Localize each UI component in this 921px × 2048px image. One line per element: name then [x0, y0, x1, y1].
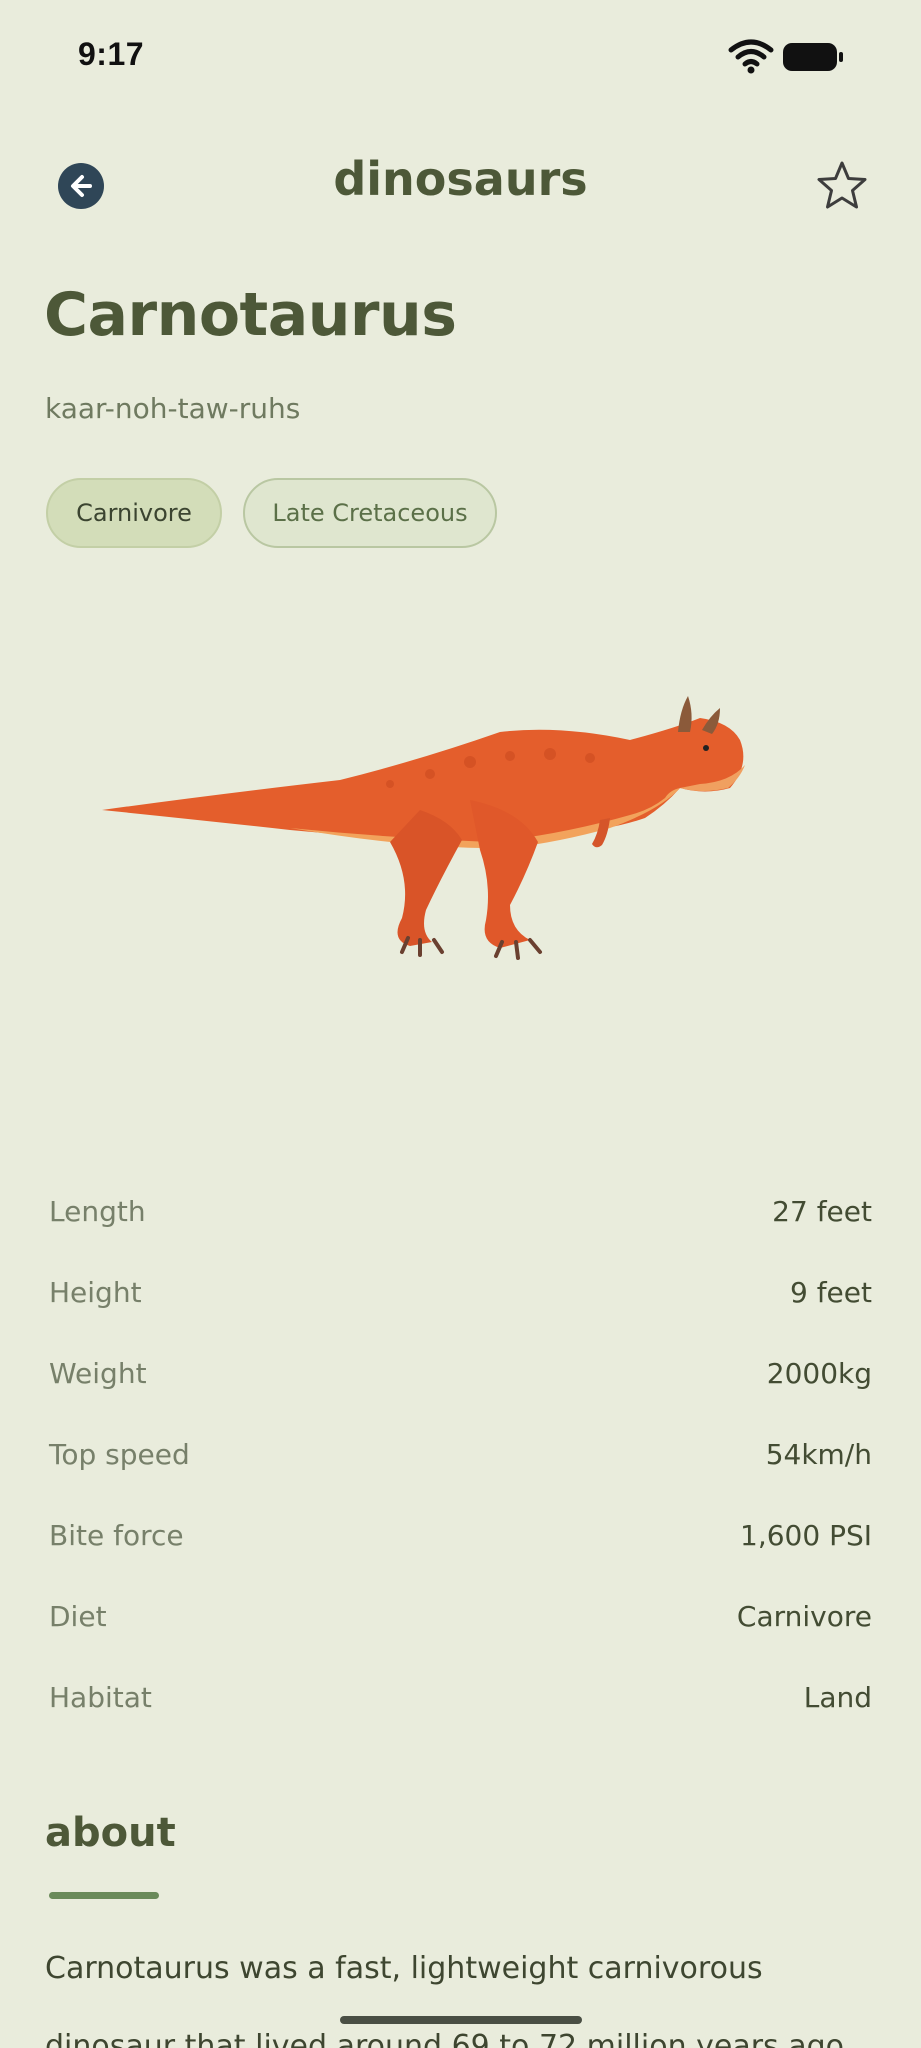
- stat-label: Height: [49, 1275, 142, 1309]
- stat-label: Weight: [49, 1356, 147, 1390]
- battery-icon: [783, 43, 843, 71]
- stat-row-height: Height 9 feet: [49, 1262, 872, 1322]
- stat-value: 2000kg: [766, 1356, 872, 1390]
- stat-row-bite-force: Bite force 1,600 PSI: [49, 1505, 872, 1565]
- tag-period-label: Late Cretaceous: [272, 499, 468, 527]
- tag-period[interactable]: Late Cretaceous: [243, 478, 497, 548]
- pronunciation: kaar-noh-taw-ruhs: [45, 392, 301, 425]
- stat-value: 54km/h: [765, 1437, 872, 1471]
- tag-diet-label: Carnivore: [76, 499, 192, 527]
- wifi-icon: [728, 39, 774, 74]
- about-heading: about: [45, 1810, 176, 1856]
- stat-label: Bite force: [49, 1518, 184, 1552]
- stat-label: Habitat: [49, 1680, 152, 1714]
- star-outline-icon: [817, 161, 867, 209]
- stat-label: Diet: [49, 1599, 107, 1633]
- stat-value: 1,600 PSI: [740, 1518, 872, 1552]
- stat-value: 9 feet: [789, 1275, 872, 1309]
- app-title: dinosaurs: [333, 152, 588, 206]
- stat-label: Top speed: [49, 1437, 190, 1471]
- stat-row-weight: Weight 2000kg: [49, 1343, 872, 1403]
- about-underline: [49, 1892, 159, 1899]
- stat-label: Length: [49, 1194, 146, 1228]
- stat-value: Carnivore: [736, 1599, 872, 1633]
- dinosaur-name: Carnotaurus: [44, 280, 457, 350]
- stat-row-habitat: Habitat Land: [49, 1667, 872, 1727]
- stat-row-length: Length 27 feet: [49, 1181, 872, 1241]
- stat-value: 27 feet: [772, 1194, 872, 1228]
- dinosaur-illustration: [102, 696, 745, 960]
- stat-row-diet: Diet Carnivore: [49, 1586, 872, 1646]
- stat-row-top-speed: Top speed 54km/h: [49, 1424, 872, 1484]
- about-text: Carnotaurus was a fast, lightweight carn…: [45, 1951, 844, 2048]
- stat-value: Land: [803, 1680, 872, 1714]
- tag-diet[interactable]: Carnivore: [46, 478, 222, 548]
- status-time: 9:17: [78, 36, 145, 72]
- favorite-button[interactable]: [814, 158, 870, 214]
- home-indicator[interactable]: [340, 2016, 582, 2024]
